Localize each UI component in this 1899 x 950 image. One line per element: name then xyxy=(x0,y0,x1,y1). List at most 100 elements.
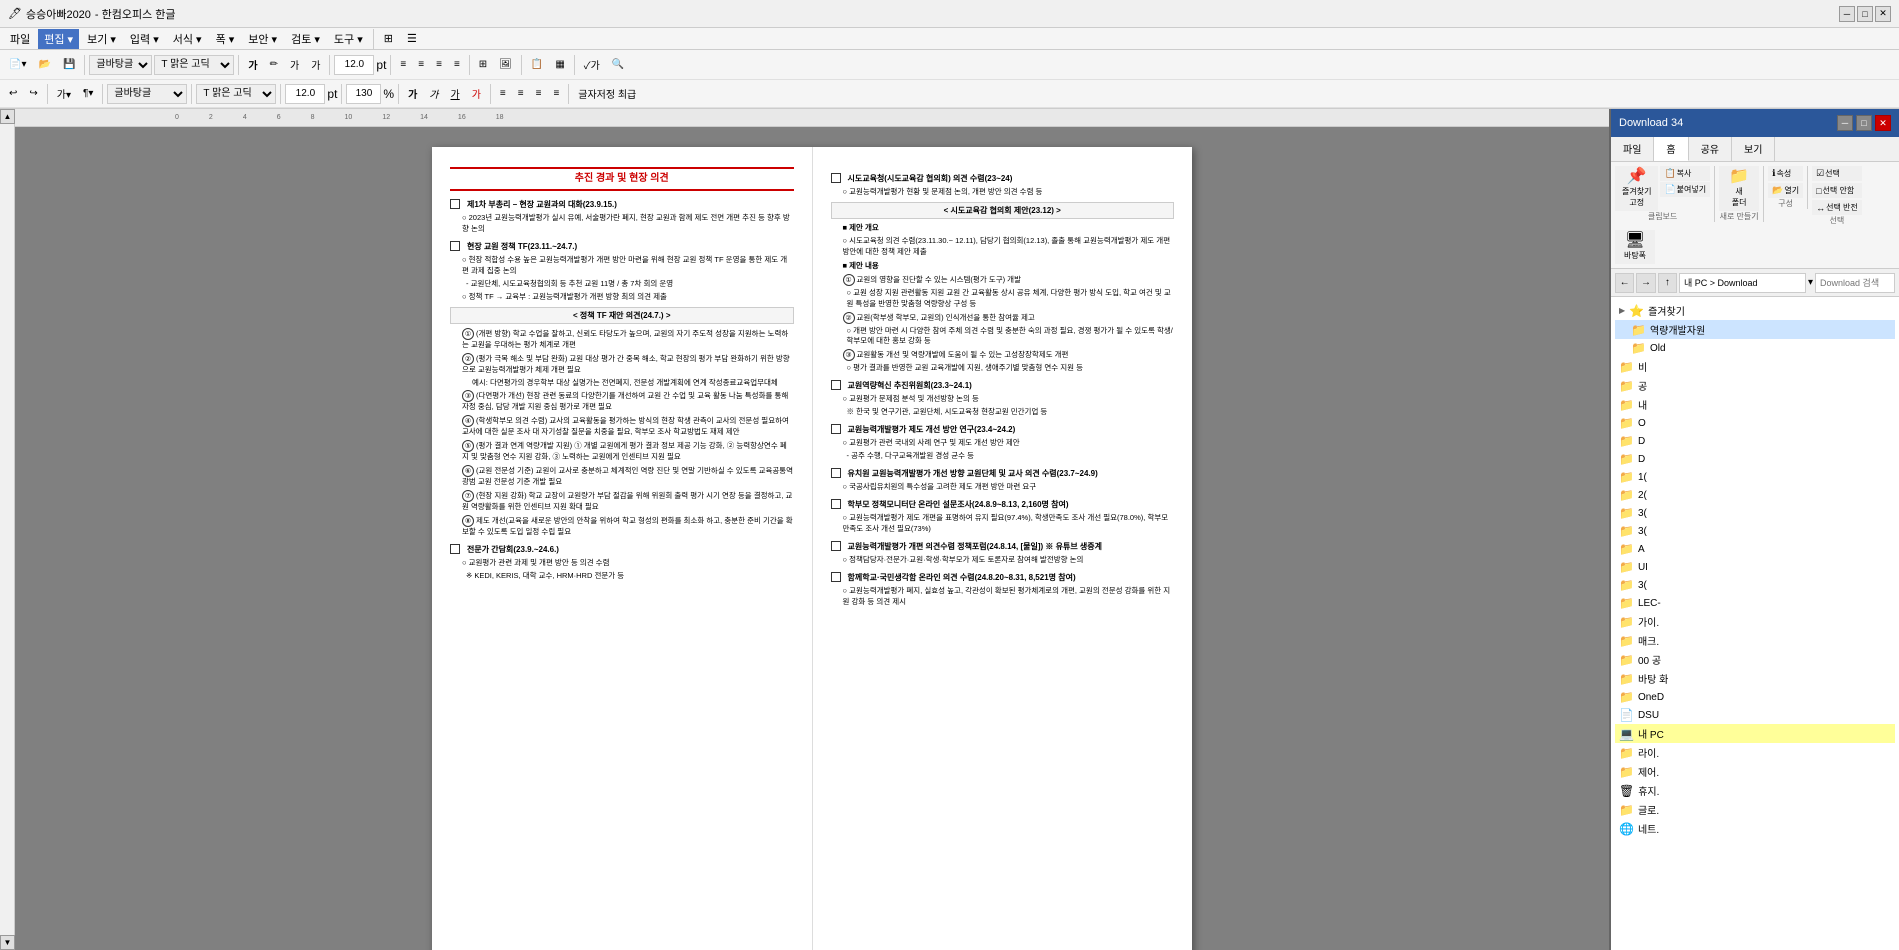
tree-item-lec[interactable]: 📁 LEC- xyxy=(1615,594,1895,612)
nav-up[interactable]: ↑ xyxy=(1658,273,1677,293)
menu-tools[interactable]: 도구 ▾ xyxy=(328,29,369,49)
tab-file[interactable]: 파일 xyxy=(1611,137,1654,161)
char-format[interactable]: 가▾ xyxy=(52,82,76,106)
font-size-input[interactable] xyxy=(334,55,374,75)
line-spacing-input[interactable] xyxy=(346,84,381,104)
close-btn[interactable]: ✕ xyxy=(1875,6,1891,22)
spell-check[interactable]: ✓가 xyxy=(579,53,605,77)
strikethrough-btn[interactable]: 가 xyxy=(306,53,325,77)
maximize-btn[interactable]: □ xyxy=(1857,6,1873,22)
search-input[interactable] xyxy=(1815,273,1895,293)
tree-item-macro[interactable]: 📁 매크. xyxy=(1615,631,1895,650)
align-left[interactable]: ≡ xyxy=(395,53,411,77)
nav-back[interactable]: ← xyxy=(1615,273,1634,293)
style-select[interactable]: 글바탕글 xyxy=(107,84,187,104)
tree-item-3b[interactable]: 📁 3( xyxy=(1615,522,1895,540)
para-format[interactable]: ¶▾ xyxy=(78,82,98,106)
tree-item-1[interactable]: 📁 1( xyxy=(1615,468,1895,486)
open-btn[interactable]: 📂 xyxy=(33,53,55,77)
insert-table[interactable]: ⊞ xyxy=(474,53,492,77)
menu-width[interactable]: 폭 ▾ xyxy=(210,29,241,49)
insert-image[interactable]: 🖼 xyxy=(494,53,517,77)
column[interactable]: ▦ xyxy=(550,53,569,77)
align3[interactable]: ≡ xyxy=(513,82,529,106)
ribbon-selectnone-btn[interactable]: □ 선택 안함 xyxy=(1812,183,1862,198)
new-btn[interactable]: 📄▾ xyxy=(4,53,31,77)
tree-item-mypc[interactable]: 💻 내 PC xyxy=(1615,724,1895,743)
ribbon-invertsel-btn[interactable]: ↔ 선택 반전 xyxy=(1812,200,1862,215)
tree-item-lib[interactable]: 📁 라이. xyxy=(1615,743,1895,762)
tree-item-global[interactable]: 📁 글로. xyxy=(1615,800,1895,819)
tab-share[interactable]: 공유 xyxy=(1689,137,1732,161)
align-justify[interactable]: ≡ xyxy=(449,53,465,77)
nav-forward[interactable]: → xyxy=(1636,273,1655,293)
side-bottom-btn[interactable]: ▼ xyxy=(0,935,15,950)
tree-item-onedrive[interactable]: 📁 OneD xyxy=(1615,688,1895,706)
bold2[interactable]: 가 xyxy=(403,82,422,106)
tree-item-competency[interactable]: 📁 역량개발자원 xyxy=(1615,320,1895,339)
bold-btn[interactable]: 가 xyxy=(243,53,262,77)
menu-review[interactable]: 검토 ▾ xyxy=(285,29,326,49)
minimize-btn[interactable]: ─ xyxy=(1839,6,1855,22)
save-btn[interactable]: 💾 xyxy=(58,53,80,77)
tree-item-a[interactable]: 📁 A xyxy=(1615,540,1895,558)
tree-item-3c[interactable]: 📁 3( xyxy=(1615,576,1895,594)
side-top-btn[interactable]: ▲ xyxy=(0,109,15,124)
find-replace[interactable]: 🔍 xyxy=(607,53,629,77)
tree-item-n[interactable]: 📁 내 xyxy=(1615,395,1895,414)
italic-btn[interactable]: ✏ xyxy=(265,53,283,77)
menu-file[interactable]: 파일 xyxy=(4,29,36,49)
ribbon-pin-btn[interactable]: 📌 즐겨찾기고정 xyxy=(1615,166,1658,211)
ribbon-copy-btn[interactable]: 📋 복사 xyxy=(1660,166,1710,181)
tree-item-ui[interactable]: 📁 UI xyxy=(1615,558,1895,576)
menu-extra2[interactable]: ☰ xyxy=(401,30,423,47)
address-bar[interactable] xyxy=(1679,273,1806,293)
nav-dropdown[interactable]: ▾ xyxy=(1808,277,1813,288)
tree-item-d1[interactable]: 📁 D xyxy=(1615,432,1895,450)
page-num[interactable]: 📋 xyxy=(526,53,548,77)
ribbon-newfolder-btn[interactable]: 📁 새폴더 xyxy=(1719,166,1759,211)
explorer-close[interactable]: ✕ xyxy=(1875,115,1891,131)
redo-btn[interactable]: ↪ xyxy=(24,82,42,106)
tree-item-trash[interactable]: 🗑 휴지. xyxy=(1615,781,1895,800)
align-center[interactable]: ≡ xyxy=(413,53,429,77)
ribbon-paste-btn[interactable]: 📄 붙여넣기 xyxy=(1660,182,1710,197)
tree-item-guide[interactable]: 📁 가이. xyxy=(1615,612,1895,631)
tree-item-dsu[interactable]: 📄 DSU xyxy=(1615,706,1895,724)
explorer-minimize[interactable]: ─ xyxy=(1837,115,1853,131)
align5[interactable]: ≡ xyxy=(548,82,564,106)
ribbon-open-btn[interactable]: 📂 열기 xyxy=(1768,183,1803,198)
tab-view[interactable]: 보기 xyxy=(1732,137,1775,161)
undo-btn[interactable]: ↩ xyxy=(4,82,22,106)
pages-container[interactable]: 추진 경과 및 현장 의견 제1차 부총리 – 현장 교원과의 대화(23.9.… xyxy=(15,127,1609,950)
ribbon-desktop-btn[interactable]: 🖥 바탕폭 xyxy=(1615,230,1655,264)
tree-item-desktop[interactable]: 📁 바탕 화 xyxy=(1615,669,1895,688)
tree-item-o[interactable]: 📁 O xyxy=(1615,414,1895,432)
menu-security[interactable]: 보안 ▾ xyxy=(242,29,283,49)
tree-item-g[interactable]: 📁 공 xyxy=(1615,376,1895,395)
menu-extra1[interactable]: ⊞ xyxy=(378,30,399,47)
ribbon-props-btn[interactable]: ℹ 속성 xyxy=(1768,166,1803,181)
align-right[interactable]: ≡ xyxy=(431,53,447,77)
tree-item-old[interactable]: 📁 Old xyxy=(1615,339,1895,357)
tree-item-d2[interactable]: 📁 D xyxy=(1615,450,1895,468)
size-input2[interactable] xyxy=(285,84,325,104)
underline-btn[interactable]: 가 xyxy=(285,53,304,77)
tree-item-network[interactable]: 🌐 네트. xyxy=(1615,819,1895,838)
char-spacing[interactable]: 글자저정 최급 xyxy=(573,82,641,106)
align4[interactable]: ≡ xyxy=(531,82,547,106)
underline2[interactable]: 가 xyxy=(446,82,465,106)
tree-item-favorites[interactable]: ▶ ⭐ 즐겨찾기 xyxy=(1615,301,1895,320)
explorer-maximize[interactable]: □ xyxy=(1856,115,1872,131)
menu-input[interactable]: 입력 ▾ xyxy=(124,29,165,49)
font-style-select[interactable]: T 맑은 고딕 xyxy=(154,55,234,75)
tree-item-b[interactable]: 📁 비 xyxy=(1615,357,1895,376)
font-name-select[interactable]: 글바탕글 xyxy=(89,55,152,75)
tree-item-3a[interactable]: 📁 3( xyxy=(1615,504,1895,522)
italic2[interactable]: 가 xyxy=(424,82,443,106)
tree-item-2[interactable]: 📁 2( xyxy=(1615,486,1895,504)
tree-item-00[interactable]: 📁 00 공 xyxy=(1615,650,1895,669)
menu-format[interactable]: 서식 ▾ xyxy=(167,29,208,49)
menu-view[interactable]: 보기 ▾ xyxy=(81,29,122,49)
color-btn[interactable]: 가 xyxy=(467,82,486,106)
